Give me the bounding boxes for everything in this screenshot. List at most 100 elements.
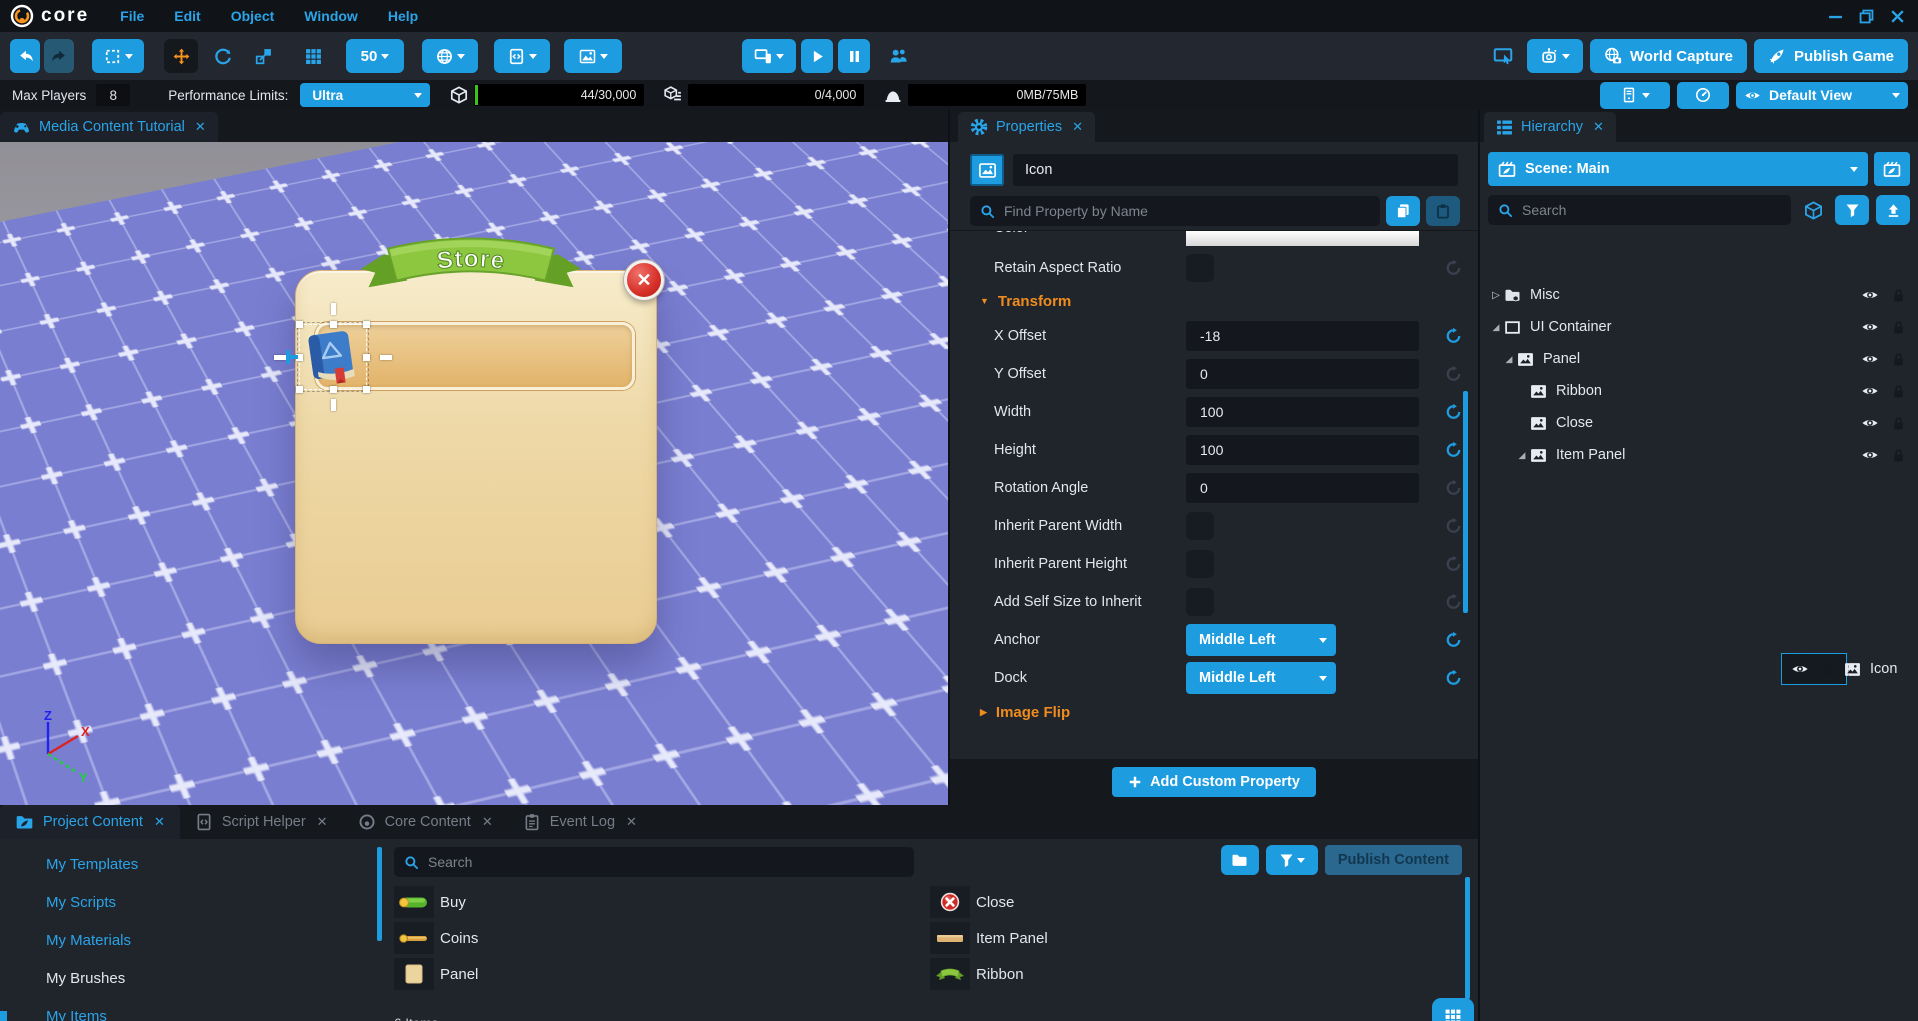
hierarchy-filter-button[interactable] (1835, 195, 1869, 225)
menu-object[interactable]: Object (216, 8, 290, 24)
scene-manager-button[interactable] (1874, 152, 1910, 186)
tab-hierarchy[interactable]: Hierarchy ✕ (1484, 112, 1616, 142)
tree-node-close[interactable]: Close (1482, 407, 1916, 439)
selection-handle[interactable] (363, 321, 370, 328)
scrollbar-corner[interactable] (0, 1011, 7, 1021)
asset-close[interactable]: Close (930, 885, 1466, 919)
tab-event-log[interactable]: Event Log ✕ (508, 805, 652, 839)
tree-node-panel[interactable]: ◢ Panel (1482, 343, 1916, 375)
dock-dropdown[interactable]: Middle Left (1186, 662, 1336, 694)
grid-view-button[interactable] (1432, 998, 1474, 1021)
tree-node-item-panel[interactable]: ◢ Item Panel (1482, 439, 1916, 471)
menu-help[interactable]: Help (373, 8, 433, 24)
default-view-dropdown[interactable]: Default View (1736, 81, 1908, 109)
pause-button[interactable] (838, 39, 870, 73)
collapse-caret-icon[interactable]: ◢ (1501, 354, 1517, 365)
lock-icon[interactable] (1891, 320, 1906, 335)
tab-project-content[interactable]: Project Content ✕ (0, 805, 180, 839)
tab-media-content-tutorial[interactable]: Media Content Tutorial ✕ (0, 112, 218, 142)
show-3d-objects-button[interactable] (1798, 195, 1828, 225)
close-tab-icon[interactable]: ✕ (154, 814, 165, 830)
reset-icon[interactable] (1445, 632, 1462, 649)
scene-3d-view[interactable]: Store ✕ Z X Y (0, 142, 948, 805)
content-search-input[interactable] (426, 853, 904, 871)
asset-ribbon[interactable]: Ribbon (930, 957, 1466, 991)
sidebar-item-my-brushes[interactable]: My Brushes (0, 959, 378, 997)
properties-scrollbar[interactable] (1463, 391, 1468, 613)
lock-icon[interactable] (1821, 662, 1836, 677)
restore-window-icon[interactable] (1858, 8, 1875, 25)
visibility-eye-icon[interactable] (1861, 414, 1879, 432)
visibility-eye-icon[interactable] (1791, 660, 1809, 678)
collapse-caret-icon[interactable]: ◢ (1514, 450, 1530, 461)
inherit-parent-width-checkbox[interactable] (1186, 512, 1214, 540)
retain-aspect-checkbox[interactable] (1186, 254, 1214, 282)
scene-selector-dropdown[interactable]: Scene: Main (1488, 152, 1868, 186)
menu-file[interactable]: File (105, 8, 159, 24)
sidebar-item-my-items[interactable]: My Items (0, 997, 378, 1021)
asset-buy[interactable]: Buy (394, 885, 930, 919)
selection-handle[interactable] (330, 386, 337, 393)
properties-scroll-area[interactable]: Color Retain Aspect Ratio ▼ Transform (950, 230, 1478, 759)
scale-tool-button[interactable] (248, 39, 278, 73)
terrain-tool-dropdown[interactable] (564, 39, 622, 73)
tab-script-helper[interactable]: Script Helper ✕ (180, 805, 343, 839)
reset-icon[interactable] (1445, 328, 1462, 345)
reset-icon[interactable] (1445, 518, 1462, 535)
visibility-eye-icon[interactable] (1861, 286, 1879, 304)
menu-edit[interactable]: Edit (159, 8, 215, 24)
new-folder-button[interactable] (1220, 845, 1259, 875)
minimize-icon[interactable] (1827, 8, 1844, 25)
performance-panel-dropdown[interactable] (1600, 81, 1670, 109)
play-button[interactable] (801, 39, 833, 73)
content-scrollbar[interactable] (1465, 877, 1470, 999)
store-ribbon[interactable]: Store (355, 235, 587, 299)
copy-properties-button[interactable] (1386, 196, 1420, 226)
anchor-dropdown[interactable]: Middle Left (1186, 624, 1336, 656)
add-custom-property-button[interactable]: Add Custom Property (1112, 767, 1316, 797)
add-self-size-checkbox[interactable] (1186, 588, 1214, 616)
max-players-value[interactable]: 8 (96, 84, 131, 106)
script-tool-dropdown[interactable] (494, 39, 550, 73)
performance-limits-dropdown[interactable]: Ultra (300, 83, 431, 107)
camera-bot-dropdown[interactable] (1526, 39, 1583, 73)
tab-core-content[interactable]: Core Content ✕ (343, 805, 508, 839)
close-tab-icon[interactable]: ✕ (195, 119, 206, 135)
tree-node-ui-container[interactable]: ◢ UI Container (1482, 311, 1916, 343)
preview-mode-dropdown[interactable] (742, 39, 796, 73)
store-close-button[interactable]: ✕ (624, 260, 664, 300)
menu-window[interactable]: Window (289, 8, 373, 24)
publish-content-button[interactable]: Publish Content (1324, 845, 1462, 875)
redo-button[interactable] (44, 39, 74, 73)
selection-handle[interactable] (296, 386, 303, 393)
snap-size-dropdown[interactable]: 50 (346, 39, 404, 73)
world-space-dropdown[interactable] (422, 39, 478, 73)
select-tool-dropdown[interactable] (92, 39, 144, 73)
reset-icon[interactable] (1445, 594, 1462, 611)
visibility-eye-icon[interactable] (1861, 318, 1879, 336)
content-searchbox[interactable] (394, 847, 914, 877)
publish-game-button[interactable]: Publish Game (1753, 39, 1908, 73)
selection-handle[interactable] (363, 354, 370, 361)
visibility-eye-icon[interactable] (1861, 382, 1879, 400)
close-tab-icon[interactable]: ✕ (626, 814, 637, 830)
close-tab-icon[interactable]: ✕ (482, 814, 493, 830)
filter-dropdown[interactable] (1265, 845, 1318, 875)
asset-coins[interactable]: Coins (394, 921, 930, 955)
rotation-angle-field[interactable]: 0 (1186, 473, 1419, 503)
color-swatch[interactable] (1186, 231, 1419, 246)
tree-node-ribbon[interactable]: Ribbon (1482, 375, 1916, 407)
sidebar-item-my-materials[interactable]: My Materials (0, 921, 378, 959)
lock-icon[interactable] (1891, 288, 1906, 303)
lock-icon[interactable] (1891, 416, 1906, 431)
tree-node-misc[interactable]: ▷ Misc (1482, 279, 1916, 311)
height-field[interactable]: 100 (1186, 435, 1419, 465)
lock-icon[interactable] (1891, 384, 1906, 399)
section-transform[interactable]: ▼ Transform (950, 285, 1478, 317)
reset-icon[interactable] (1445, 480, 1462, 497)
find-property-input[interactable] (1002, 202, 1370, 220)
inherit-parent-height-checkbox[interactable] (1186, 550, 1214, 578)
collapse-caret-icon[interactable]: ◢ (1488, 322, 1504, 333)
asset-panel[interactable]: Panel (394, 957, 930, 991)
hierarchy-searchbox[interactable] (1488, 195, 1791, 225)
